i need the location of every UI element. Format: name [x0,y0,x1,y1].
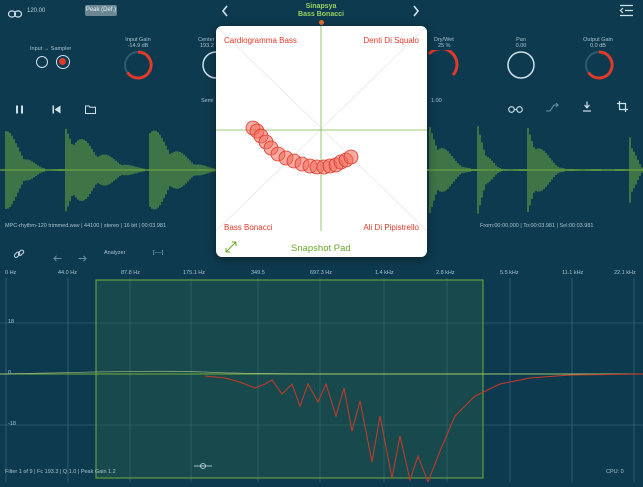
center-knob[interactable] [200,50,217,85]
shuffle-icon[interactable] [546,100,560,118]
drywet-value: 25 % [438,43,451,49]
center-value: 193.2 [200,43,214,49]
pan-value: 0.00 [515,43,527,49]
preset-button[interactable]: Peak (Def.) [85,5,117,16]
input-gain-knob[interactable] [123,50,153,85]
snapshot-top-right[interactable]: Denti Di Squalo [363,36,419,45]
snapshot-pad-popover: Cardiogramma Bass Denti Di Squalo Bass B… [216,26,427,257]
snapshot-bottom-left[interactable]: Bass Bonacci [224,223,272,232]
forward-arrow-icon[interactable] [78,249,87,267]
snapshot-bottom-right[interactable]: Ali Di Pipistrello [363,223,419,232]
output-gain-value: 0.0 dB [590,43,606,49]
freq-tick-label: 44.0 Hz [58,270,77,276]
freq-tick-label: 87.8 Hz [121,270,140,276]
pan-knob[interactable] [506,50,536,85]
semi-label: Semi [201,98,214,104]
preset-subtitle[interactable]: Bass Bonacci [271,11,371,18]
link-chain-icon[interactable] [13,247,25,265]
output-gain-knob[interactable] [584,50,614,85]
menu-panel-icon[interactable] [619,4,634,22]
freq-tick-label: 22.1 kHz [614,270,636,276]
back-arrow-icon[interactable] [53,249,62,267]
db-tick-label: 0 [8,370,12,376]
loop-icon[interactable] [508,101,523,119]
freq-tick-label: 697.3 Hz [310,270,333,276]
previous-preset-icon[interactable] [221,4,229,22]
db-tick-label: -18 [8,421,16,427]
skip-to-start-icon[interactable] [52,101,61,119]
pause-icon[interactable] [15,101,24,119]
eq-analyzer[interactable]: 0 Hz 44.0 Hz 87.8 Hz 175.1 Hz 349.5 697.3 Hz 1… [0,266,643,484]
freq-tick-label: 2.8 kHz [436,270,455,276]
file-info: MPC-rhythm-120 trimmed.wav | 44100 | ste… [5,223,167,229]
filter-info: Filter 1 of 9 | Fc 193.3 | Q 1.0 | Peak … [5,469,116,475]
cpu-readout: CPU: 0 [606,469,624,475]
freq-tick-label: 0 Hz [5,270,17,276]
drywet-knob[interactable] [427,47,459,85]
top-bar: 120.00 Peak (Def.) Sinapsya Bass Bonacci [0,0,643,25]
freq-tick-label: 5.5 kHz [500,270,519,276]
export-icon[interactable] [582,99,592,117]
input-monitor-toggle[interactable] [36,56,48,68]
input-gain-value: -14.9 dB [127,43,149,49]
freq-tick-label: 1.4 kHz [375,270,394,276]
sampler-record-toggle[interactable] [56,55,70,69]
previous-preset-dot-icon [319,20,324,25]
next-preset-icon[interactable] [412,4,420,22]
range-bracket[interactable]: [----] [153,250,163,256]
freq-tick-label: 175.1 Hz [183,270,206,276]
crop-icon[interactable] [617,99,628,117]
selection-info: From:00:00.000 | To:00:03.981 | Sel:00:0… [480,223,594,229]
freq-tick-label: 349.5 [251,270,265,276]
freq-tick-label: 11.1 kHz [562,270,584,276]
folder-icon[interactable] [85,101,96,119]
analyzer-label[interactable]: Analyzer [104,250,125,256]
input-route-label: Input → Sampler [30,46,72,52]
snapshot-top-left[interactable]: Cardiogramma Bass [224,36,297,45]
expand-icon[interactable] [225,240,237,257]
link-icon[interactable] [7,6,23,24]
preset-title[interactable]: Sinapsya [271,3,371,10]
speed-value: 1.00 [431,98,442,104]
snapshot-pad-title: Snapshot Pad [291,243,351,254]
db-tick-label: 18 [8,319,15,325]
bpm-value[interactable]: 120.00 [27,8,45,14]
